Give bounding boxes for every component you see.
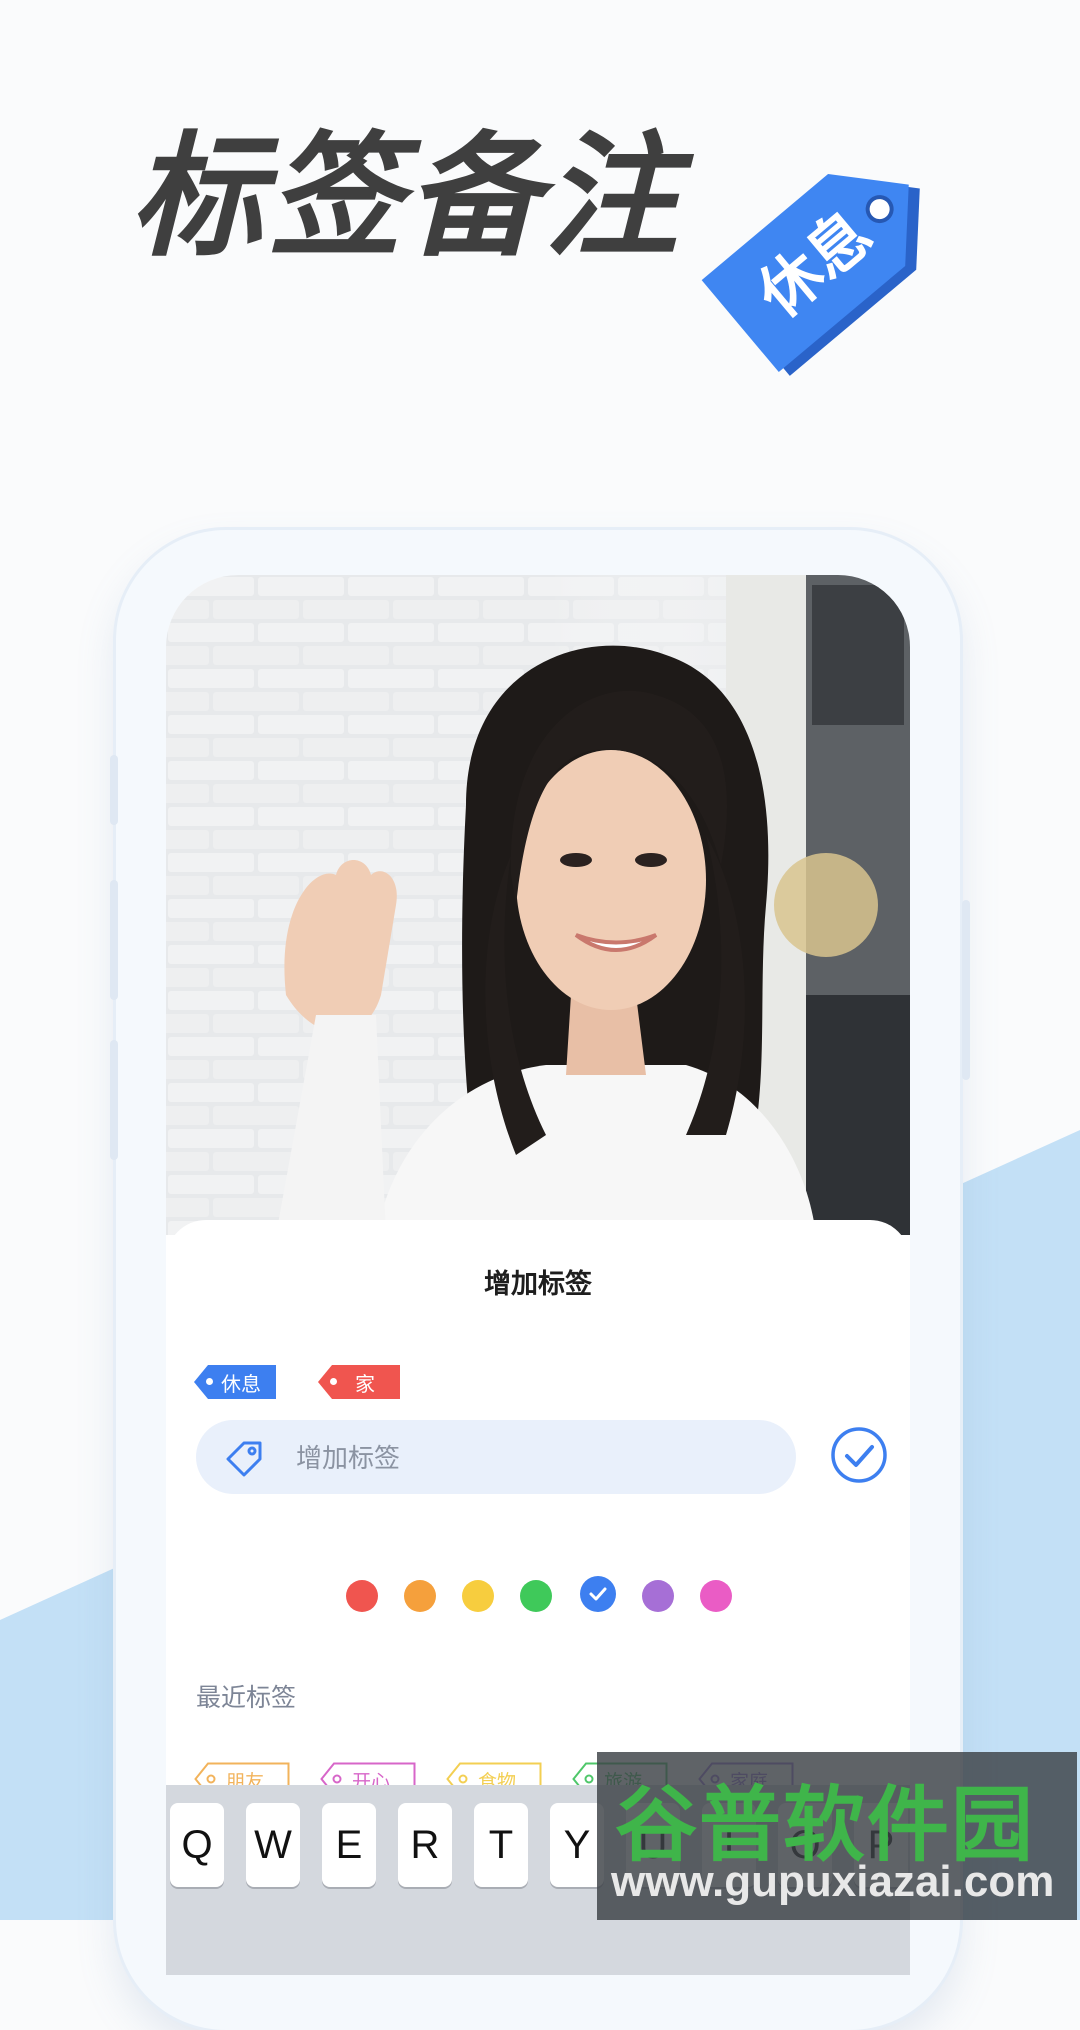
hero-title: 标签备注: [130, 119, 683, 275]
phone-volume-up-button: [110, 880, 118, 1000]
recent-tags-label: 最近标签: [196, 1683, 297, 1712]
selected-tag-chip[interactable]: 休息: [194, 1365, 276, 1399]
selected-tag-chip[interactable]: 家: [318, 1365, 400, 1399]
swatch-check-icon: [589, 1587, 607, 1601]
tag-icon: [226, 1441, 262, 1477]
selected-tag-label: 休息: [221, 1371, 261, 1396]
key-r[interactable]: R: [398, 1803, 452, 1887]
phone-side-button: [110, 755, 118, 825]
color-swatch-purple[interactable]: [642, 1580, 674, 1612]
chip-hole-dot: [330, 1378, 337, 1385]
phone-volume-down-button: [110, 1040, 118, 1160]
check-circle-icon[interactable]: [830, 1426, 888, 1484]
tag-name-input[interactable]: 增加标签: [196, 1420, 796, 1494]
key-t[interactable]: T: [474, 1803, 528, 1887]
key-q[interactable]: Q: [170, 1803, 224, 1887]
key-e[interactable]: E: [322, 1803, 376, 1887]
color-swatch-yellow[interactable]: [462, 1580, 494, 1612]
color-swatch-green[interactable]: [520, 1580, 552, 1612]
key-w[interactable]: W: [246, 1803, 300, 1887]
color-swatch-orange[interactable]: [404, 1580, 436, 1612]
portrait-photo: [166, 575, 910, 1235]
color-swatch-blue-selected[interactable]: [580, 1576, 616, 1612]
watermark: 谷普软件园 www.gupuxiazai.com: [597, 1752, 1077, 1920]
tag-input-placeholder: 增加标签: [296, 1444, 401, 1474]
color-swatch-pink[interactable]: [700, 1580, 732, 1612]
tag-3d-illustration: 休息: [701, 174, 920, 376]
watermark-url: www.gupuxiazai.com: [611, 1857, 1055, 1906]
sheet-title: 增加标签: [484, 1269, 592, 1300]
key-y[interactable]: Y: [550, 1803, 604, 1887]
selected-tag-label: 家: [355, 1371, 375, 1396]
phone-power-button: [962, 900, 970, 1080]
color-swatch-red[interactable]: [346, 1580, 378, 1612]
chip-hole-dot: [206, 1378, 213, 1385]
